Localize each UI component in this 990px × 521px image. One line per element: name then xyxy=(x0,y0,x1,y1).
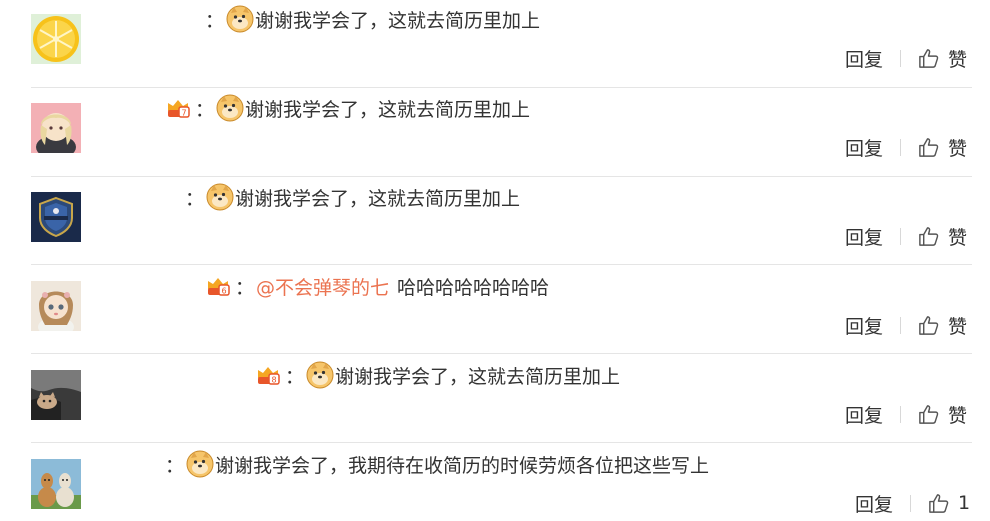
like-button[interactable]: 赞 xyxy=(948,45,967,72)
colon: ： xyxy=(185,187,205,210)
divider xyxy=(31,87,972,88)
reply-button[interactable]: 回复 xyxy=(845,401,883,428)
separator xyxy=(900,138,902,156)
svg-text:8: 8 xyxy=(271,376,276,385)
colon: ： xyxy=(195,98,215,121)
comment-item: 6 ： @不会弹琴的七 哈哈哈哈哈哈哈哈 回复 赞 xyxy=(0,267,990,356)
comment-actions: 回复 赞 xyxy=(845,311,967,339)
comment-list: ： 谢谢我学会了，这就去简历里加上 回复 赞 7 ： 谢谢我学会了，这就去简历里… xyxy=(0,0,990,521)
separator xyxy=(900,405,902,423)
divider xyxy=(31,264,972,265)
colon: ： xyxy=(165,454,185,477)
divider xyxy=(31,442,972,443)
alpaca-icon xyxy=(31,459,81,509)
comment-content: ： 谢谢我学会了，这就去简历里加上 xyxy=(205,5,540,33)
avatar[interactable] xyxy=(31,370,81,420)
separator xyxy=(900,227,902,245)
avatar[interactable] xyxy=(31,14,81,64)
thumbs-up-icon[interactable] xyxy=(917,403,940,426)
thumbs-up-icon[interactable] xyxy=(917,314,940,337)
like-count[interactable]: 1 xyxy=(958,492,970,514)
comment-item: 8 ： 谢谢我学会了，这就去简历里加上 回复 赞 xyxy=(0,356,990,445)
comment-item: 7 ： 谢谢我学会了，这就去简历里加上 回复 赞 xyxy=(0,89,990,178)
avatar[interactable] xyxy=(31,459,81,509)
thumbs-up-icon[interactable] xyxy=(917,47,940,70)
comment-item: ： 谢谢我学会了，我期待在收简历的时候劳烦各位把这些写上 回复 1 xyxy=(0,445,990,521)
doge-emoji-icon xyxy=(306,361,334,389)
thumbs-up-icon[interactable] xyxy=(917,136,940,159)
comment-actions: 回复 1 xyxy=(855,489,970,517)
thumbs-up-icon[interactable] xyxy=(917,225,940,248)
svg-text:7: 7 xyxy=(181,109,186,118)
svg-text:6: 6 xyxy=(221,287,226,296)
doge-emoji-icon xyxy=(216,94,244,122)
divider xyxy=(31,353,972,354)
comment-actions: 回复 赞 xyxy=(845,44,967,72)
member-badge-icon: 6 xyxy=(208,278,230,296)
thumbs-up-icon[interactable] xyxy=(927,492,950,515)
separator xyxy=(900,49,902,67)
divider xyxy=(31,176,972,177)
doge-emoji-icon xyxy=(226,5,254,33)
reply-button[interactable]: 回复 xyxy=(845,134,883,161)
comment-content: 6 ： @不会弹琴的七 哈哈哈哈哈哈哈哈 xyxy=(205,272,549,300)
comment-actions: 回复 赞 xyxy=(845,133,967,161)
comment-content: ： 谢谢我学会了，我期待在收简历的时候劳烦各位把这些写上 xyxy=(165,450,709,478)
doge-emoji-icon xyxy=(206,183,234,211)
doge-emoji-icon xyxy=(186,450,214,478)
mention-link[interactable]: @不会弹琴的七 xyxy=(256,273,389,300)
comment-text: 哈哈哈哈哈哈哈哈 xyxy=(397,276,550,299)
colon: ： xyxy=(285,365,305,388)
member-badge-icon: 7 xyxy=(168,100,190,118)
reply-button[interactable]: 回复 xyxy=(845,312,883,339)
avatar[interactable] xyxy=(31,103,81,153)
comment-text: 谢谢我学会了，这就去简历里加上 xyxy=(235,187,521,210)
comment-content: ： 谢谢我学会了，这就去简历里加上 xyxy=(185,183,520,211)
comment-actions: 回复 赞 xyxy=(845,400,967,428)
comment-content: 8 ： 谢谢我学会了，这就去简历里加上 xyxy=(255,361,620,389)
comment-content: 7 ： 谢谢我学会了，这就去简历里加上 xyxy=(165,94,530,122)
separator xyxy=(900,316,902,334)
colon: ： xyxy=(205,9,225,32)
comment-text: 谢谢我学会了，这就去简历里加上 xyxy=(255,9,541,32)
comment-text: 谢谢我学会了，这就去简历里加上 xyxy=(245,98,531,121)
like-button[interactable]: 赞 xyxy=(948,134,967,161)
anime-girl-icon xyxy=(31,103,81,153)
comment-text: 谢谢我学会了，我期待在收简历的时候劳烦各位把这些写上 xyxy=(215,454,710,477)
avatar[interactable] xyxy=(31,281,81,331)
avatar[interactable] xyxy=(31,192,81,242)
lemon-slice-icon xyxy=(31,14,81,64)
comment-text: 谢谢我学会了，这就去简历里加上 xyxy=(335,365,621,388)
like-button[interactable]: 赞 xyxy=(948,312,967,339)
reply-button[interactable]: 回复 xyxy=(855,490,893,517)
member-badge-icon: 8 xyxy=(258,367,280,385)
cat-photo-icon xyxy=(31,370,81,420)
like-button[interactable]: 赞 xyxy=(948,401,967,428)
reply-button[interactable]: 回复 xyxy=(845,223,883,250)
comment-actions: 回复 赞 xyxy=(845,222,967,250)
doll-icon xyxy=(31,281,81,331)
colon: ： xyxy=(235,276,255,299)
shield-logo-icon xyxy=(31,192,81,242)
separator xyxy=(910,494,912,512)
like-button[interactable]: 赞 xyxy=(948,223,967,250)
comment-item: ： 谢谢我学会了，这就去简历里加上 回复 赞 xyxy=(0,0,990,89)
reply-button[interactable]: 回复 xyxy=(845,45,883,72)
comment-item: ： 谢谢我学会了，这就去简历里加上 回复 赞 xyxy=(0,178,990,267)
